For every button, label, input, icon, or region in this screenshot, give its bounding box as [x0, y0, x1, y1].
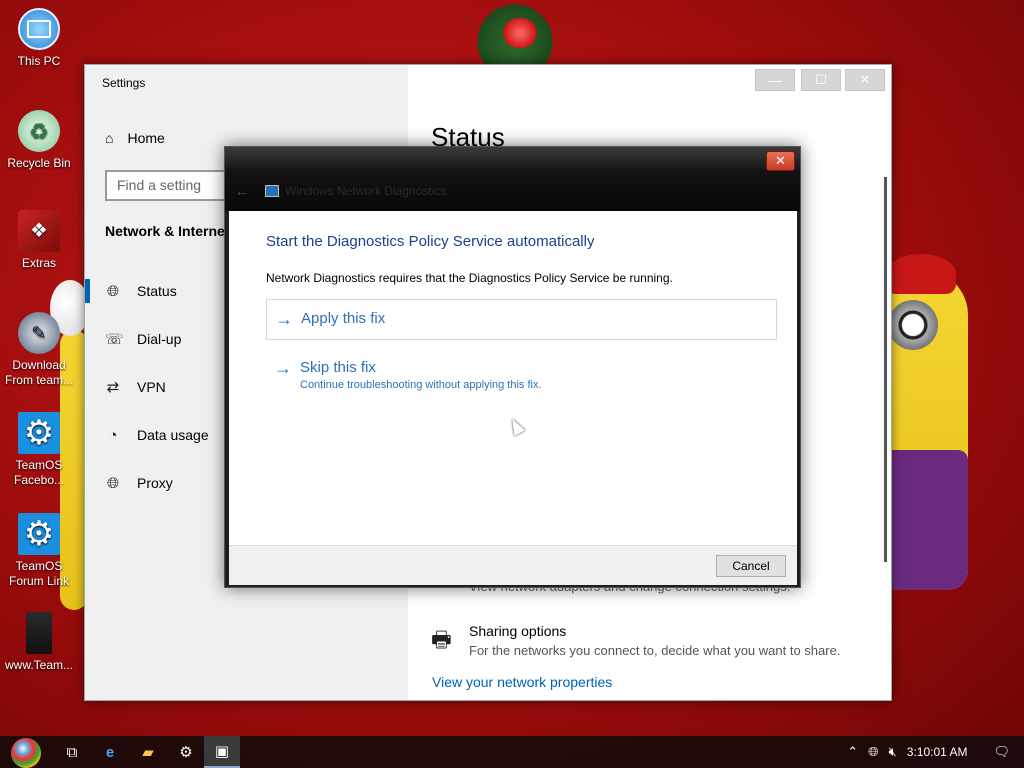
section-title: Network & Internet: [105, 223, 230, 239]
dialog-close-button[interactable]: ✕: [766, 151, 795, 171]
apply-fix-option[interactable]: → Apply this fix: [266, 299, 777, 340]
settings-app-title: Settings: [102, 76, 146, 90]
minimize-button[interactable]: —: [755, 69, 795, 91]
windows-logo-icon: [11, 737, 41, 768]
gear-icon: ⚙: [18, 412, 60, 454]
desktop-icon-this-pc[interactable]: This PC: [2, 8, 76, 69]
computer-icon: [18, 8, 60, 50]
maximize-button[interactable]: ☐: [801, 69, 841, 91]
settings-taskbar-icon[interactable]: ⚙: [172, 736, 200, 768]
network-diagnostics-dialog: ✕ ← Windows Network Diagnostics Start th…: [224, 146, 801, 588]
chevron-up-icon[interactable]: ⌃: [847, 744, 858, 760]
recycle-bin-icon: ♻: [18, 110, 60, 152]
active-indicator: [85, 279, 90, 303]
task-view-icon[interactable]: ⧉: [58, 736, 86, 768]
volume-muted-icon[interactable]: 🔇︎: [889, 744, 897, 760]
desktop-wallpaper-bow: [502, 18, 538, 48]
network-diagnostics-taskbar-icon[interactable]: ▣: [204, 736, 240, 768]
globe-icon: 🌐︎: [106, 474, 119, 492]
taskbar: ⧉ e ▰ ⚙ ▣ ⌃ 🌐︎ 🔇︎ 3:10:01 AM 🗨︎: [0, 736, 1024, 768]
arrow-right-icon: →: [275, 309, 293, 329]
globe-icon: 🌐︎: [106, 282, 119, 300]
vpn-icon: ⇄: [106, 379, 120, 396]
back-arrow-icon[interactable]: ←: [235, 183, 249, 199]
folder-extras-icon: ❖: [18, 210, 60, 252]
printer-share-icon: 🖶: [431, 627, 452, 652]
dialog-description: Network Diagnostics requires that the Di…: [266, 271, 673, 285]
network-globe-icon[interactable]: 🌐︎: [868, 744, 878, 760]
desktop-icon-www-team[interactable]: www.Team...: [2, 612, 76, 673]
sharing-options-item[interactable]: 🖶 Sharing options For the networks you c…: [431, 623, 840, 661]
dialog-title: Windows Network Diagnostics: [285, 184, 447, 198]
dialog-content: Start the Diagnostics Policy Service aut…: [229, 211, 797, 545]
arrow-right-icon: →: [274, 358, 292, 378]
data-usage-icon: ◔: [108, 426, 118, 444]
network-diagnostics-icon: [265, 185, 279, 197]
desktop-icon-extras[interactable]: ❖ Extras: [2, 210, 76, 271]
desktop-icon-download[interactable]: ✎ Download From team...: [2, 312, 76, 388]
dialog-footer: Cancel: [229, 545, 797, 585]
home-icon: ⌂: [105, 130, 114, 146]
scrollbar[interactable]: [884, 177, 887, 562]
close-button[interactable]: ✕: [845, 69, 885, 91]
skip-fix-option[interactable]: → Skip this fix Continue troubleshooting…: [266, 349, 777, 401]
file-explorer-icon[interactable]: ▰: [134, 736, 162, 768]
document-icon: ✎: [18, 312, 60, 354]
home-nav-item[interactable]: ⌂ Home: [105, 130, 165, 146]
gear-icon: ⚙: [18, 513, 60, 555]
clock[interactable]: 3:10:01 AM: [907, 745, 968, 759]
start-button[interactable]: [8, 736, 44, 768]
action-center-icon[interactable]: 🗨︎: [993, 744, 1010, 760]
system-tray: ⌃ 🌐︎ 🔇︎ 3:10:01 AM 🗨︎: [847, 736, 1024, 768]
cancel-button[interactable]: Cancel: [716, 555, 786, 577]
desktop-icon-recycle-bin[interactable]: ♻ Recycle Bin: [2, 110, 76, 171]
desktop-icon-teamos-facebook[interactable]: ⚙ TeamOS Facebo...: [2, 412, 76, 488]
desktop-icon-teamos-forum[interactable]: ⚙ TeamOS Forum Link: [2, 513, 76, 589]
view-network-properties-link[interactable]: View your network properties: [432, 674, 612, 690]
dialup-icon: ☏: [105, 331, 124, 348]
dialog-heading: Start the Diagnostics Policy Service aut…: [266, 233, 595, 250]
file-icon: [26, 612, 52, 654]
edge-browser-icon[interactable]: e: [96, 736, 124, 768]
dialog-titlebar: ✕ ← Windows Network Diagnostics: [225, 147, 800, 211]
